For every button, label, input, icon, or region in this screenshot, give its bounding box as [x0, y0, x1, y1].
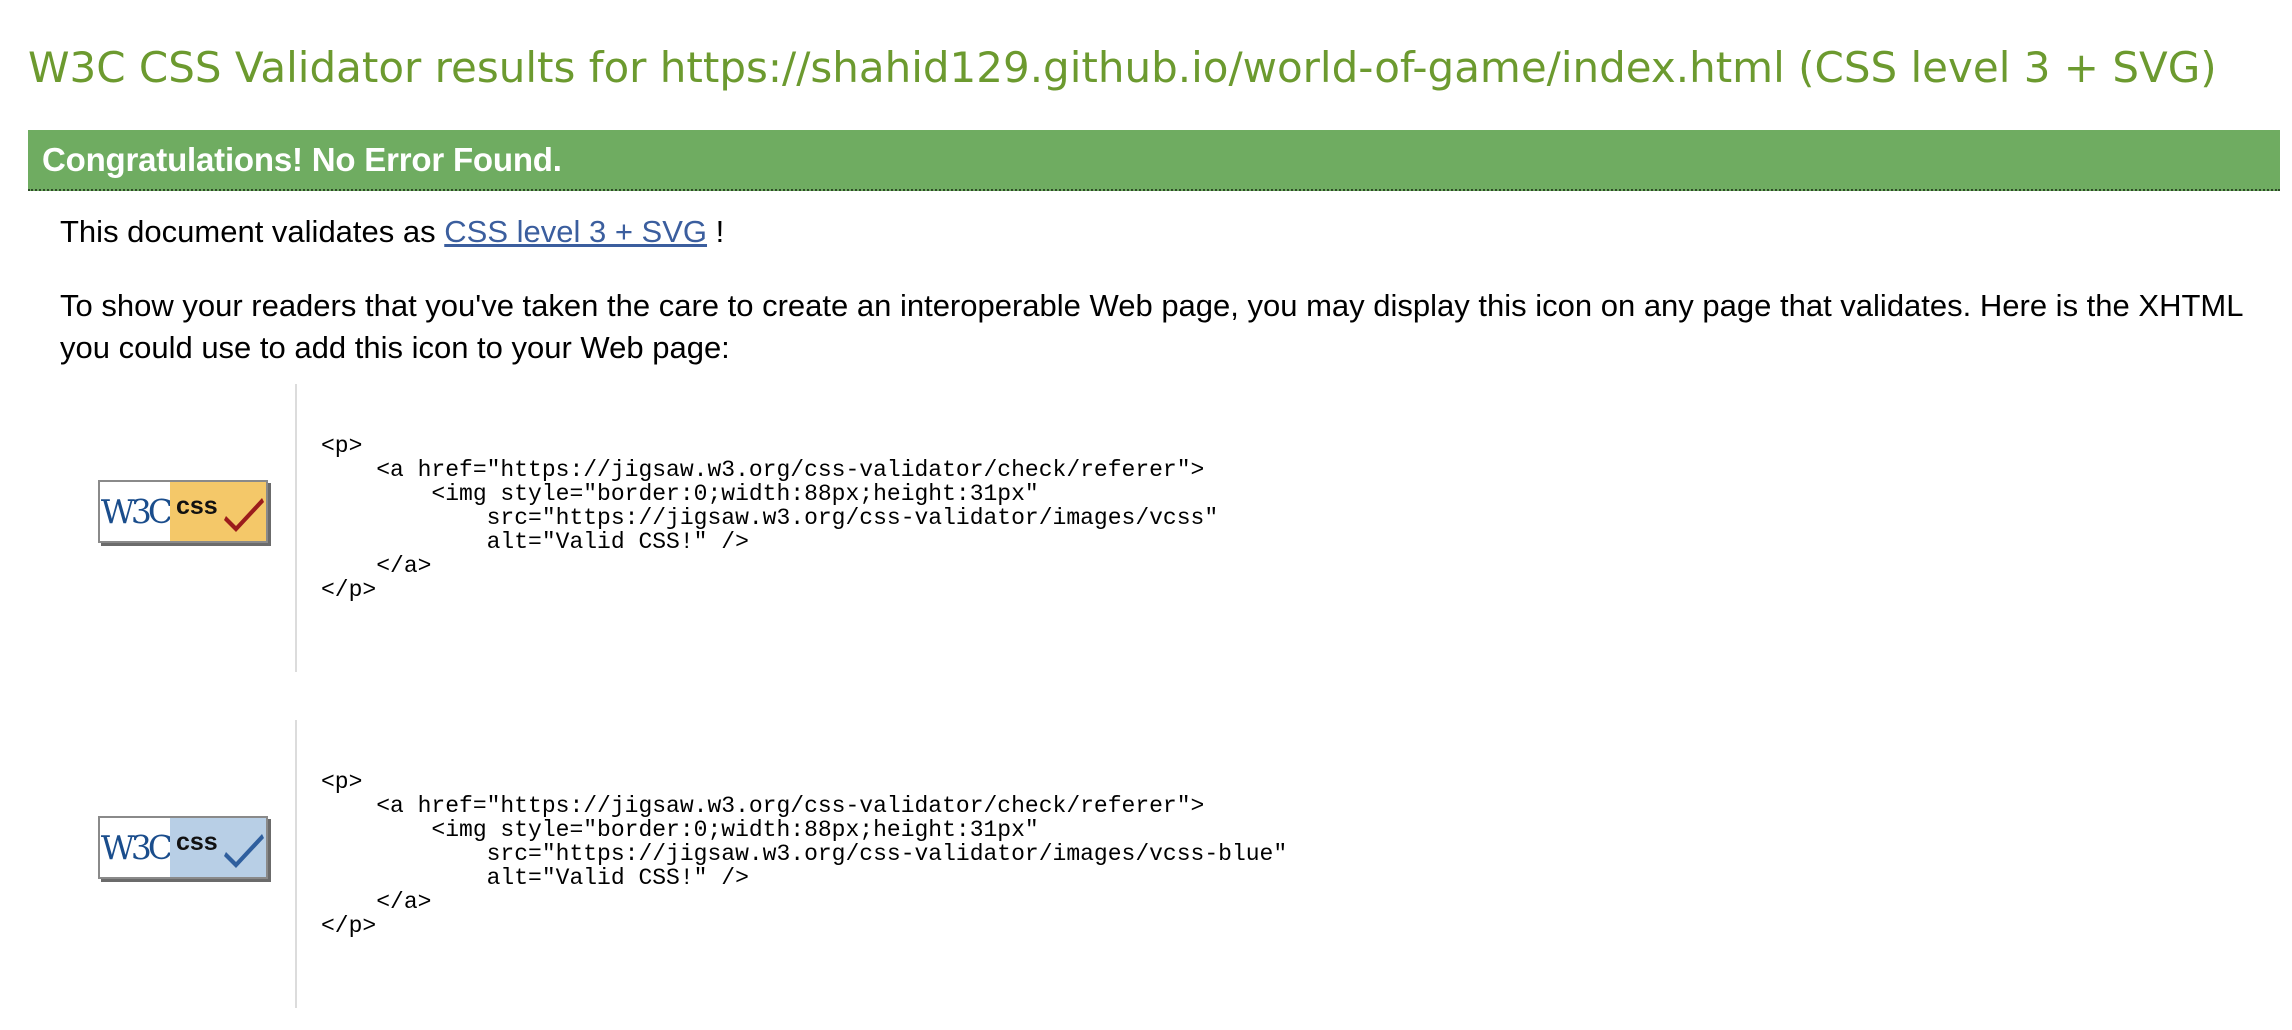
w3c-css-valid-blue-icon: W3C css [98, 816, 268, 879]
readers-note: To show your readers that you've taken t… [60, 288, 2243, 365]
css-badge-label: css [176, 828, 218, 856]
badge-block-blue: W3C css <p> <a href="https://jigsaw.w3.o… [60, 720, 1360, 1008]
validation-summary: This document validates as CSS level 3 +… [60, 211, 724, 253]
css-badge-panel: css [170, 482, 266, 541]
badge-code-snippet: <p> <a href="https://jigsaw.w3.org/css-v… [321, 769, 1288, 939]
w3c-css-valid-gold-icon: W3C css [98, 480, 268, 543]
w3c-logo-text: W3C [100, 818, 173, 877]
validation-summary-prefix: This document validates as [60, 214, 445, 249]
w3c-logo-text: W3C [100, 482, 173, 541]
code-divider [295, 720, 297, 1008]
code-divider [295, 384, 297, 672]
success-banner-text: Congratulations! No Error Found. [42, 141, 562, 178]
success-banner: Congratulations! No Error Found. [28, 130, 2280, 191]
checkmark-icon [224, 834, 264, 868]
page-title: W3C CSS Validator results for https://sh… [28, 43, 2217, 92]
css-profile-link[interactable]: CSS level 3 + SVG [444, 214, 707, 249]
checkmark-icon [224, 498, 264, 532]
css-badge-panel: css [170, 818, 266, 877]
css-badge-label: css [176, 492, 218, 520]
badge-code-snippet: <p> <a href="https://jigsaw.w3.org/css-v… [321, 433, 1219, 603]
badge-block-gold: W3C css <p> <a href="https://jigsaw.w3.o… [60, 384, 1360, 672]
validation-summary-suffix: ! [707, 214, 725, 249]
